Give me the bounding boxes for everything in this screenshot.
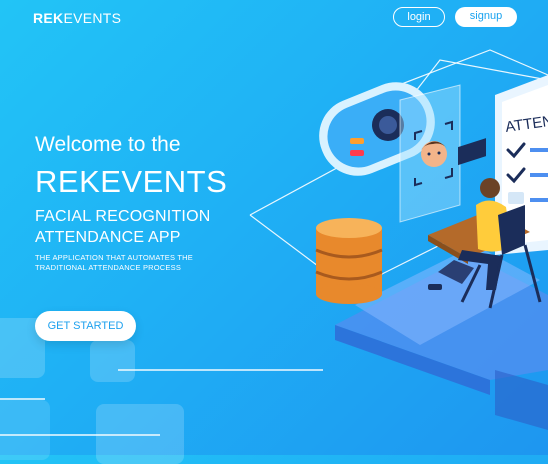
signup-button[interactable]: signup (455, 7, 517, 27)
subtitle-line-1: FACIAL RECOGNITION (35, 208, 211, 225)
bg-line-1 (0, 398, 45, 400)
bg-square-2 (90, 340, 135, 382)
brand-bold: REK (33, 10, 64, 26)
description-line-1: THE APPLICATION THAT AUTOMATES THE (35, 253, 193, 262)
bg-square-4 (0, 400, 50, 460)
get-started-button[interactable]: GET STARTED (35, 311, 136, 341)
bg-line-2 (0, 434, 160, 436)
app-title: REKEVENTS (35, 164, 228, 199)
brand-logo[interactable]: REKEVENTS (33, 10, 121, 26)
login-button[interactable]: login (393, 7, 445, 27)
database-icon (315, 218, 383, 304)
welcome-heading: Welcome to the (35, 133, 181, 156)
hero-illustration: ATTEN (249, 49, 548, 430)
subtitle-line-2: ATTENDANCE APP (35, 229, 181, 246)
brand-regular: EVENTS (63, 10, 122, 26)
description-line-2: TRADITIONAL ATTENDANCE PROCESS (35, 263, 182, 272)
face-scan-panel (399, 84, 461, 223)
